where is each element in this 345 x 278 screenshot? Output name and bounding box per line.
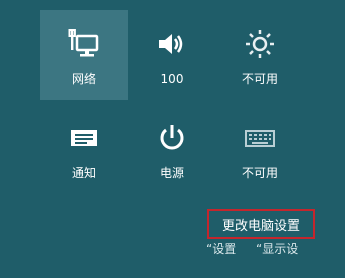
- keyboard-label: 不可用: [241, 166, 278, 180]
- cut-off-text-left: “设置: [206, 242, 237, 256]
- brightness-label: 不可用: [241, 72, 278, 86]
- notifications-label: 通知: [71, 166, 96, 180]
- settings-charm-panel: 网络 100 不可用 通知 电源 不可用 更改电脑设置 “设置 “显示设: [0, 0, 345, 278]
- volume-label: 100: [160, 72, 184, 86]
- volume-tile[interactable]: 100: [128, 10, 216, 100]
- keyboard-tile[interactable]: 不可用: [216, 104, 304, 194]
- network-icon: [64, 24, 104, 64]
- change-pc-settings-link[interactable]: 更改电脑设置: [207, 209, 315, 239]
- power-icon: [152, 118, 192, 158]
- notifications-icon: [64, 118, 104, 158]
- power-tile[interactable]: 电源: [128, 104, 216, 194]
- volume-icon: [152, 24, 192, 64]
- keyboard-icon: [240, 118, 280, 158]
- power-label: 电源: [159, 166, 184, 180]
- notifications-tile[interactable]: 通知: [40, 104, 128, 194]
- brightness-icon: [240, 24, 280, 64]
- network-tile[interactable]: 网络: [40, 10, 128, 100]
- network-label: 网络: [71, 72, 96, 86]
- cut-off-text-right: “显示设: [256, 242, 299, 256]
- brightness-tile[interactable]: 不可用: [216, 10, 304, 100]
